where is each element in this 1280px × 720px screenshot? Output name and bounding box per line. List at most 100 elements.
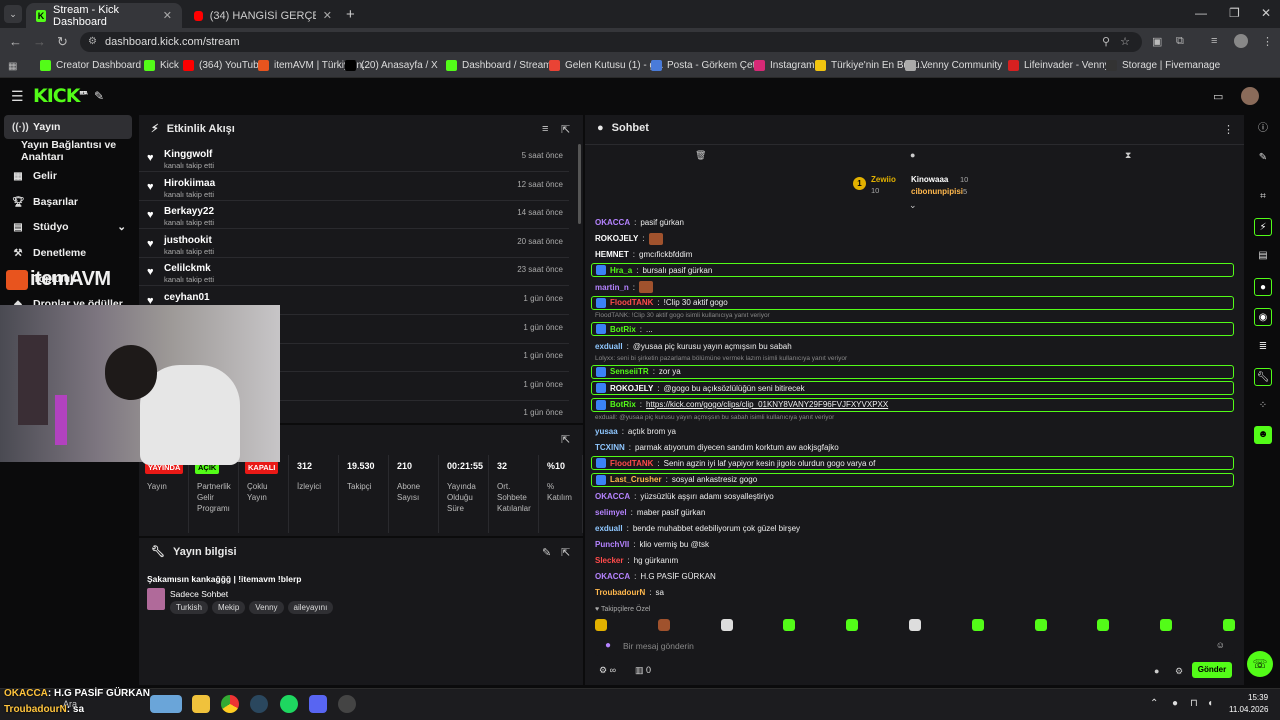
bookmark-item[interactable]: Gelen Kutusu (1) - g... [549, 60, 663, 71]
chat-username[interactable]: martin_n [595, 283, 629, 292]
close-window-icon[interactable]: ✕ [1261, 6, 1271, 20]
chat-toggle-icon[interactable]: ● [1254, 278, 1272, 296]
app-icon[interactable] [338, 695, 356, 713]
sidebar-item-revenue[interactable]: ▦ Gelir [4, 164, 132, 188]
dashboard-switch-icon[interactable]: ▭ [1213, 90, 1223, 103]
activity-username[interactable]: Celilckmk [164, 263, 211, 274]
chat-message[interactable]: TroubadourN: sa [595, 585, 664, 600]
leaderboard-name[interactable]: Kinowaaa [911, 175, 948, 184]
extensions-puzzle-icon[interactable]: ⧉ [1176, 35, 1184, 48]
chat-reply-context[interactable]: FloodTANK: !Clip 30 aktif gogo isimli ku… [595, 312, 770, 319]
chat-message[interactable]: FloodTANK: Senin agzin iyi laf yapiyor ke… [591, 456, 1234, 470]
file-explorer-icon[interactable] [192, 695, 210, 713]
zoom-icon[interactable]: ⚲ [1102, 35, 1110, 48]
chat-message[interactable]: TCXINN: parmak atıyorum diyecen sandım ko… [595, 440, 839, 455]
chat-username[interactable]: OKACCA [595, 492, 630, 501]
bookmark-star-icon[interactable]: ☆ [1120, 35, 1130, 48]
activity-username[interactable]: Kinggwolf [164, 149, 212, 160]
stream-toggle-icon[interactable]: ◉ [1254, 308, 1272, 326]
emote-icon[interactable] [846, 619, 859, 631]
emote-icon[interactable] [1034, 619, 1047, 631]
chat-username[interactable]: Slecker [595, 556, 623, 565]
chat-message[interactable]: BotRix:... [591, 322, 1234, 336]
activity-username[interactable]: Hirokiimaa [164, 178, 215, 189]
nodes-icon[interactable]: ⁘ [1254, 397, 1272, 415]
chat-username[interactable]: Hra_a [610, 266, 632, 275]
chat-username[interactable]: HEMNET [595, 250, 629, 259]
chat-username[interactable]: exduall [595, 342, 623, 351]
chat-username[interactable]: yusaa [595, 427, 618, 436]
chat-username[interactable]: FloodTANK [610, 298, 653, 307]
close-icon[interactable]: ✕ [323, 9, 332, 22]
back-arrow-icon[interactable]: ← [9, 34, 22, 49]
leaderboard-name[interactable]: Zewiio [871, 175, 896, 184]
layers-icon[interactable]: ≣ [1254, 338, 1272, 356]
maximize-icon[interactable]: ❐ [1229, 6, 1240, 20]
activity-row[interactable]: ♥ Hirokiimaa kanalı takip etti 12 saat önce [139, 173, 569, 201]
bookmark-item[interactable]: Kick [144, 60, 179, 71]
bookmark-item[interactable]: Instagram [754, 60, 814, 71]
bookmark-item[interactable]: (20) Anasayfa / X [345, 60, 438, 71]
new-tab-plus-icon[interactable]: + [346, 6, 355, 23]
sidebar-item-stream-key[interactable]: Yayın Bağlantısı ve Anahtarı [4, 139, 132, 163]
chat-username[interactable]: OKACCA [595, 572, 630, 581]
spotify-icon[interactable] [280, 695, 298, 713]
network-icon[interactable]: ⊓ [1190, 698, 1198, 709]
extension-icon[interactable]: ▣ [1152, 35, 1162, 48]
popout-icon[interactable]: ⇱ [561, 546, 570, 559]
pin-icon[interactable]: ✎ [94, 89, 104, 103]
activity-row[interactable]: ♥ Kinggwolf kanalı takip etti 5 saat önce [139, 144, 569, 172]
address-bar[interactable]: ⚙ dashboard.kick.com/stream ⚲ ☆ [80, 32, 1142, 52]
emote-icon[interactable] [657, 619, 670, 631]
chat-message[interactable]: ROKOJELY: [595, 231, 667, 246]
url-text[interactable]: dashboard.kick.com/stream [105, 36, 240, 48]
user-avatar[interactable] [1241, 87, 1259, 105]
reload-icon[interactable]: ↻ [57, 34, 68, 50]
chat-message[interactable]: HEMNET: gmcıfickbfddim [595, 247, 692, 262]
discord-icon[interactable] [309, 695, 327, 713]
tab-youtube[interactable]: (34) HANGİSİ GERÇEK ESKİ SEV ✕ [184, 3, 342, 28]
volume-icon[interactable]: ◖ [1207, 698, 1213, 709]
hamburger-menu-icon[interactable]: ☰ [11, 88, 24, 105]
close-icon[interactable]: ✕ [163, 9, 172, 22]
leaderboard-name[interactable]: cibonunpipisi [911, 187, 963, 196]
slow-mode-hourglass-icon[interactable]: ⧗ [1125, 150, 1131, 161]
popout-icon[interactable]: ⇱ [561, 123, 570, 136]
chat-message[interactable]: martin_n: [595, 280, 657, 295]
chat-message[interactable]: SenseiiTR: zor ya [591, 364, 1234, 379]
chat-message[interactable]: selimyel: maber pasif gürkan [595, 505, 705, 520]
chat-message[interactable]: OKACCA: H.G PASİF GÜRKAN [595, 569, 716, 584]
emote-icon[interactable] [720, 619, 733, 631]
chat-message[interactable]: exduall: bende muhabbet edebiliyorum çok … [595, 521, 800, 536]
emote-icon[interactable] [595, 619, 607, 631]
activity-toggle-icon[interactable]: ⚡︎ [1254, 218, 1272, 236]
tag[interactable]: Mekip [211, 601, 246, 614]
emote-icon[interactable] [1097, 619, 1110, 631]
minimize-icon[interactable]: — [1195, 6, 1207, 20]
microphone-icon[interactable]: ● [605, 640, 611, 651]
emote-icon[interactable] [1160, 619, 1173, 631]
chat-bubble-small-icon[interactable]: ● [1154, 666, 1159, 676]
chrome-icon[interactable] [221, 695, 239, 713]
tray-chevron-icon[interactable]: ⌃ [1150, 698, 1158, 709]
bookmark-item[interactable]: Venny Community [905, 60, 1002, 71]
chat-username[interactable]: TroubadourN [595, 588, 645, 597]
filter-icon[interactable]: ≡ [542, 123, 548, 135]
chat-username[interactable]: exduall [595, 524, 623, 533]
bookmark-item[interactable]: Storage | Fivemanage [1106, 60, 1220, 71]
wrench-toggle-icon[interactable]: 🔧︎ [1254, 368, 1272, 386]
popout-icon[interactable]: ⇱ [561, 433, 570, 446]
tab-kick-dashboard[interactable]: K Stream - Kick Dashboard ✕ [26, 3, 182, 28]
chat-message[interactable]: Slecker: hg gürkanım [595, 553, 678, 568]
activity-row[interactable]: ♥ Celilckmk kanalı takip etti 23 saat önce [139, 258, 569, 287]
activity-scrollbar[interactable] [578, 144, 581, 224]
chat-username[interactable]: selimyel [595, 508, 627, 517]
media-icon[interactable]: ≡ [1211, 35, 1217, 47]
site-info-icon[interactable]: ⚙ [88, 36, 97, 47]
chat-mode-icon[interactable]: ● [910, 150, 915, 160]
chat-username[interactable]: TCXINN [595, 443, 625, 452]
chat-more-icon[interactable]: ⋮ [1223, 123, 1234, 136]
bookmark-item[interactable]: Dashboard / Stream... [446, 60, 560, 71]
kick-logo[interactable]: KICKBETA [33, 85, 88, 107]
bookmark-item[interactable]: Creator Dashboard |... [40, 60, 155, 71]
